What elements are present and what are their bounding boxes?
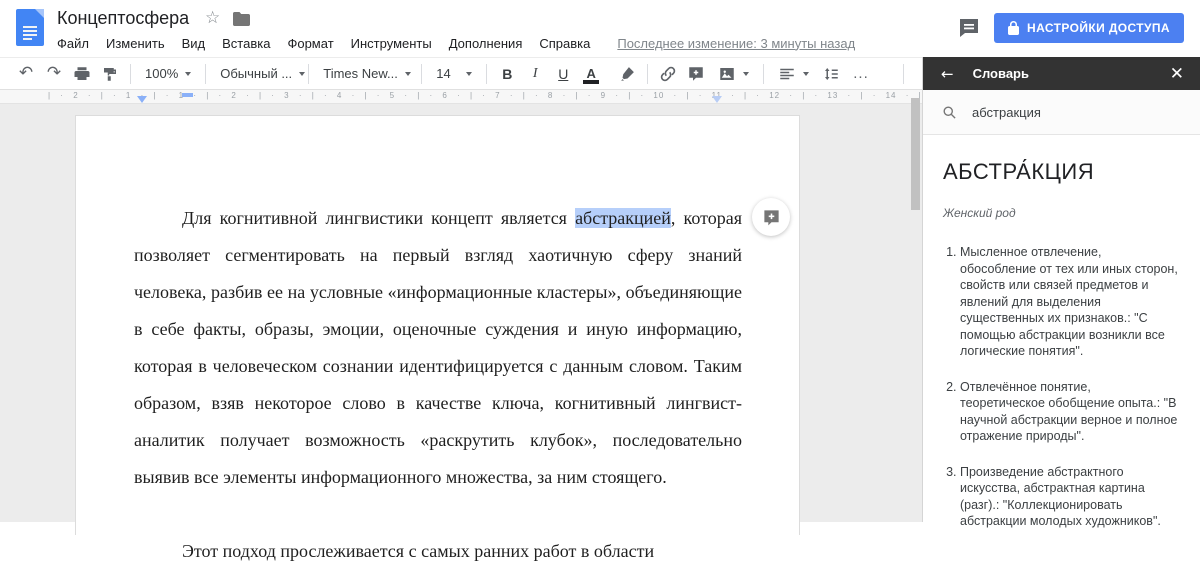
insert-link-icon[interactable]: [654, 61, 682, 87]
menu-tools[interactable]: Инструменты: [351, 36, 432, 51]
add-comment-icon[interactable]: [682, 61, 710, 87]
dictionary-content: АБСТРА́КЦИЯ Женский род Мысленное отвлеч…: [923, 135, 1200, 530]
definition-item: Отвлечённое понятие, теоретическое обобщ…: [960, 379, 1178, 445]
dictionary-search[interactable]: абстракция: [923, 90, 1200, 135]
underline-button[interactable]: U: [549, 66, 577, 82]
menu-addons[interactable]: Дополнения: [449, 36, 523, 51]
comments-icon[interactable]: [956, 15, 982, 41]
star-icon[interactable]: ☆: [205, 8, 220, 28]
align-left-icon: [778, 65, 796, 83]
line-spacing-icon[interactable]: [817, 61, 845, 87]
chevron-down-icon: [466, 72, 472, 76]
folder-icon[interactable]: [233, 12, 250, 31]
more-options-button[interactable]: ...: [845, 65, 877, 82]
document-scrollbar-thumb[interactable]: [911, 98, 920, 210]
close-icon[interactable]: ✕: [1170, 65, 1184, 82]
zoom-select[interactable]: 100%: [137, 61, 199, 87]
chevron-down-icon: [299, 72, 305, 76]
font-size-select[interactable]: 14: [428, 61, 480, 87]
paint-format-icon[interactable]: [96, 61, 124, 87]
sidebar-header: ← Словарь ✕: [923, 57, 1200, 90]
paragraph-2[interactable]: Этот подход прослеживается с самых ранни…: [134, 533, 742, 570]
menu-insert[interactable]: Вставка: [222, 36, 270, 51]
add-comment-bubble-icon: [762, 208, 781, 227]
chevron-down-icon: [743, 72, 749, 76]
undo-button[interactable]: ↶: [12, 61, 40, 87]
bold-button[interactable]: B: [493, 66, 521, 82]
document-page[interactable]: Для когнитивной лингвистики концепт явля…: [75, 115, 800, 535]
horizontal-ruler[interactable]: | · 2 · | · 1 · | · 1 · | · 2 · | · 3 · …: [0, 90, 922, 104]
right-indent-marker[interactable]: [712, 96, 722, 103]
google-docs-logo-icon[interactable]: [16, 9, 44, 46]
menu-file[interactable]: Файл: [57, 36, 89, 51]
first-line-indent-marker[interactable]: [182, 93, 193, 97]
menu-edit[interactable]: Изменить: [106, 36, 165, 51]
italic-button[interactable]: I: [521, 66, 549, 82]
image-icon: [718, 65, 736, 83]
search-input[interactable]: абстракция: [972, 105, 1041, 120]
align-button[interactable]: [770, 61, 817, 87]
share-settings-button[interactable]: НАСТРОЙКИ ДОСТУПА: [994, 13, 1184, 43]
search-icon: [942, 105, 957, 120]
add-comment-fab[interactable]: [752, 198, 790, 236]
dictionary-headword: АБСТРА́КЦИЯ: [943, 159, 1178, 185]
text-color-swatch: [583, 80, 599, 84]
google-docs-app: { "header": { "title": "Концептосфера", …: [0, 0, 1200, 522]
app-header: Концептосфера ☆ Файл Изменить Вид Вставк…: [0, 0, 1200, 57]
redo-button[interactable]: ↷: [40, 61, 68, 87]
paragraph-1[interactable]: Для когнитивной лингвистики концепт явля…: [134, 200, 742, 496]
chevron-down-icon: [185, 72, 191, 76]
definitions-list: Мысленное отвлечение, обособление от тех…: [943, 244, 1178, 530]
chevron-down-icon: [405, 72, 411, 76]
document-text[interactable]: Для когнитивной лингвистики концепт явля…: [76, 116, 799, 570]
dictionary-sidebar: ← Словарь ✕ абстракция АБСТРА́КЦИЯ Женск…: [922, 57, 1200, 522]
sidebar-title: Словарь: [973, 66, 1170, 81]
share-button-label: НАСТРОЙКИ ДОСТУПА: [1027, 21, 1170, 35]
last-edit-link[interactable]: Последнее изменение: 3 минуты назад: [617, 36, 855, 51]
menu-format[interactable]: Формат: [287, 36, 333, 51]
insert-image-button[interactable]: [710, 61, 757, 87]
lock-icon: [1008, 21, 1019, 35]
menu-help[interactable]: Справка: [539, 36, 590, 51]
chevron-down-icon: [803, 72, 809, 76]
menu-view[interactable]: Вид: [182, 36, 206, 51]
document-title[interactable]: Концептосфера: [57, 8, 189, 29]
font-family-select[interactable]: Times New...: [315, 61, 415, 87]
document-canvas: Для когнитивной лингвистики концепт явля…: [0, 104, 922, 522]
ruler-numbers: | · 2 · | · 1 · | · 1 · | · 2 · | · 3 · …: [48, 91, 748, 100]
paragraph-style-select[interactable]: Обычный ...: [212, 61, 302, 87]
part-of-speech: Женский род: [943, 206, 1178, 220]
print-icon[interactable]: [68, 61, 96, 87]
left-indent-marker[interactable]: [137, 96, 147, 103]
definition-item: Мысленное отвлечение, обособление от тех…: [960, 244, 1178, 360]
toolbar-separator: [130, 64, 131, 84]
definition-item: Произведение абстрактного искусства, абс…: [960, 464, 1178, 530]
selected-word[interactable]: абстракцией: [575, 208, 671, 228]
highlight-color-icon[interactable]: [613, 61, 641, 87]
logo-fold: [35, 9, 44, 18]
back-arrow-icon[interactable]: ←: [941, 65, 954, 83]
text-color-button[interactable]: A: [577, 66, 605, 81]
menu-bar: Файл Изменить Вид Вставка Формат Инструм…: [57, 32, 855, 54]
